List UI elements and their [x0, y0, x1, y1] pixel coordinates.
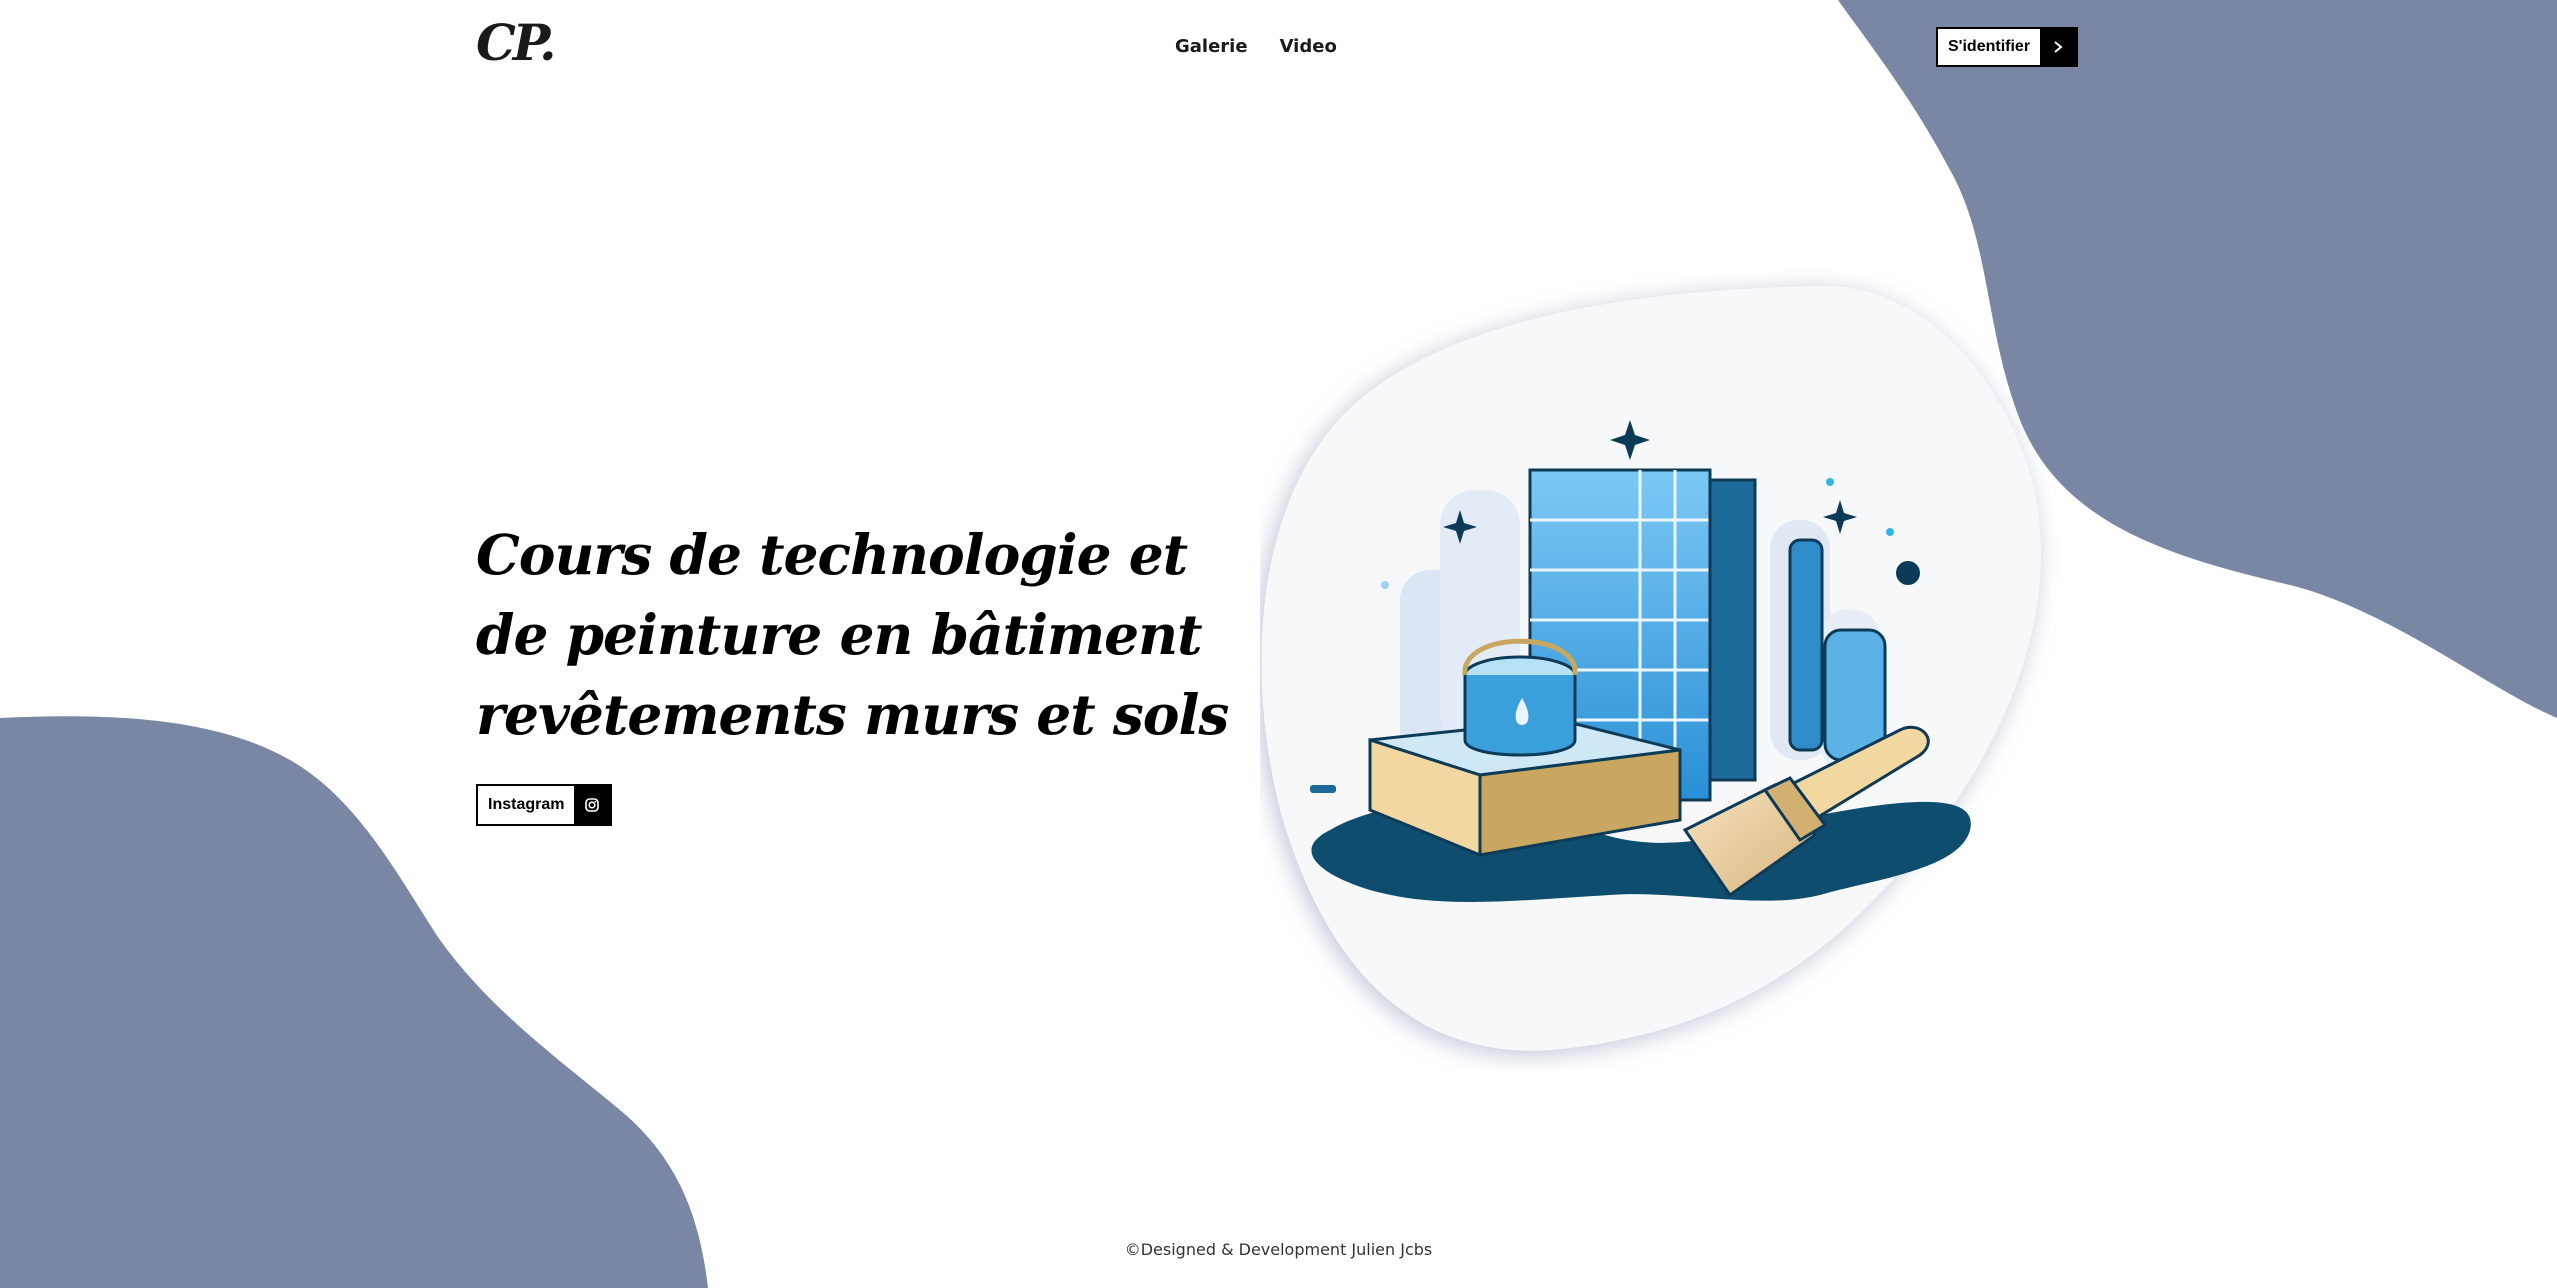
- tower-side: [1708, 478, 1757, 782]
- instagram-button[interactable]: Instagram: [476, 784, 613, 826]
- footer-credit: ©Designed & Development Julien Jcbs: [1124, 1240, 1433, 1259]
- instagram-icon: [574, 786, 611, 824]
- nav-item-video[interactable]: Video: [1280, 36, 1337, 57]
- dot: [1381, 581, 1389, 589]
- dash: [1510, 885, 1546, 897]
- building-and-paint-illustration: [1261, 285, 2042, 1051]
- brand-logo[interactable]: CP.: [476, 18, 557, 68]
- hero-title: Cours de technologie et de peinture en b…: [476, 515, 1229, 755]
- hero-title-line: de peinture en bâtiment: [476, 602, 1203, 667]
- main-nav: Galerie Video: [1175, 36, 1337, 57]
- login-button-label: S'identifier: [1948, 38, 2031, 55]
- dot: [1896, 561, 1920, 585]
- dot: [1826, 478, 1834, 486]
- hero-title-line: revêtements murs et sols: [476, 682, 1229, 747]
- hero-title-line: Cours de technologie et: [476, 522, 1188, 587]
- side-tower: [1788, 538, 1824, 752]
- dash: [1310, 785, 1336, 793]
- page: CP. Galerie Video S'identifier Cours de …: [0, 0, 2557, 1288]
- chevron-right-icon: [2040, 29, 2077, 65]
- login-button[interactable]: S'identifier: [1936, 27, 2079, 67]
- instagram-button-label: Instagram: [488, 796, 565, 813]
- dot: [1886, 528, 1894, 536]
- nav-item-galerie[interactable]: Galerie: [1175, 36, 1248, 57]
